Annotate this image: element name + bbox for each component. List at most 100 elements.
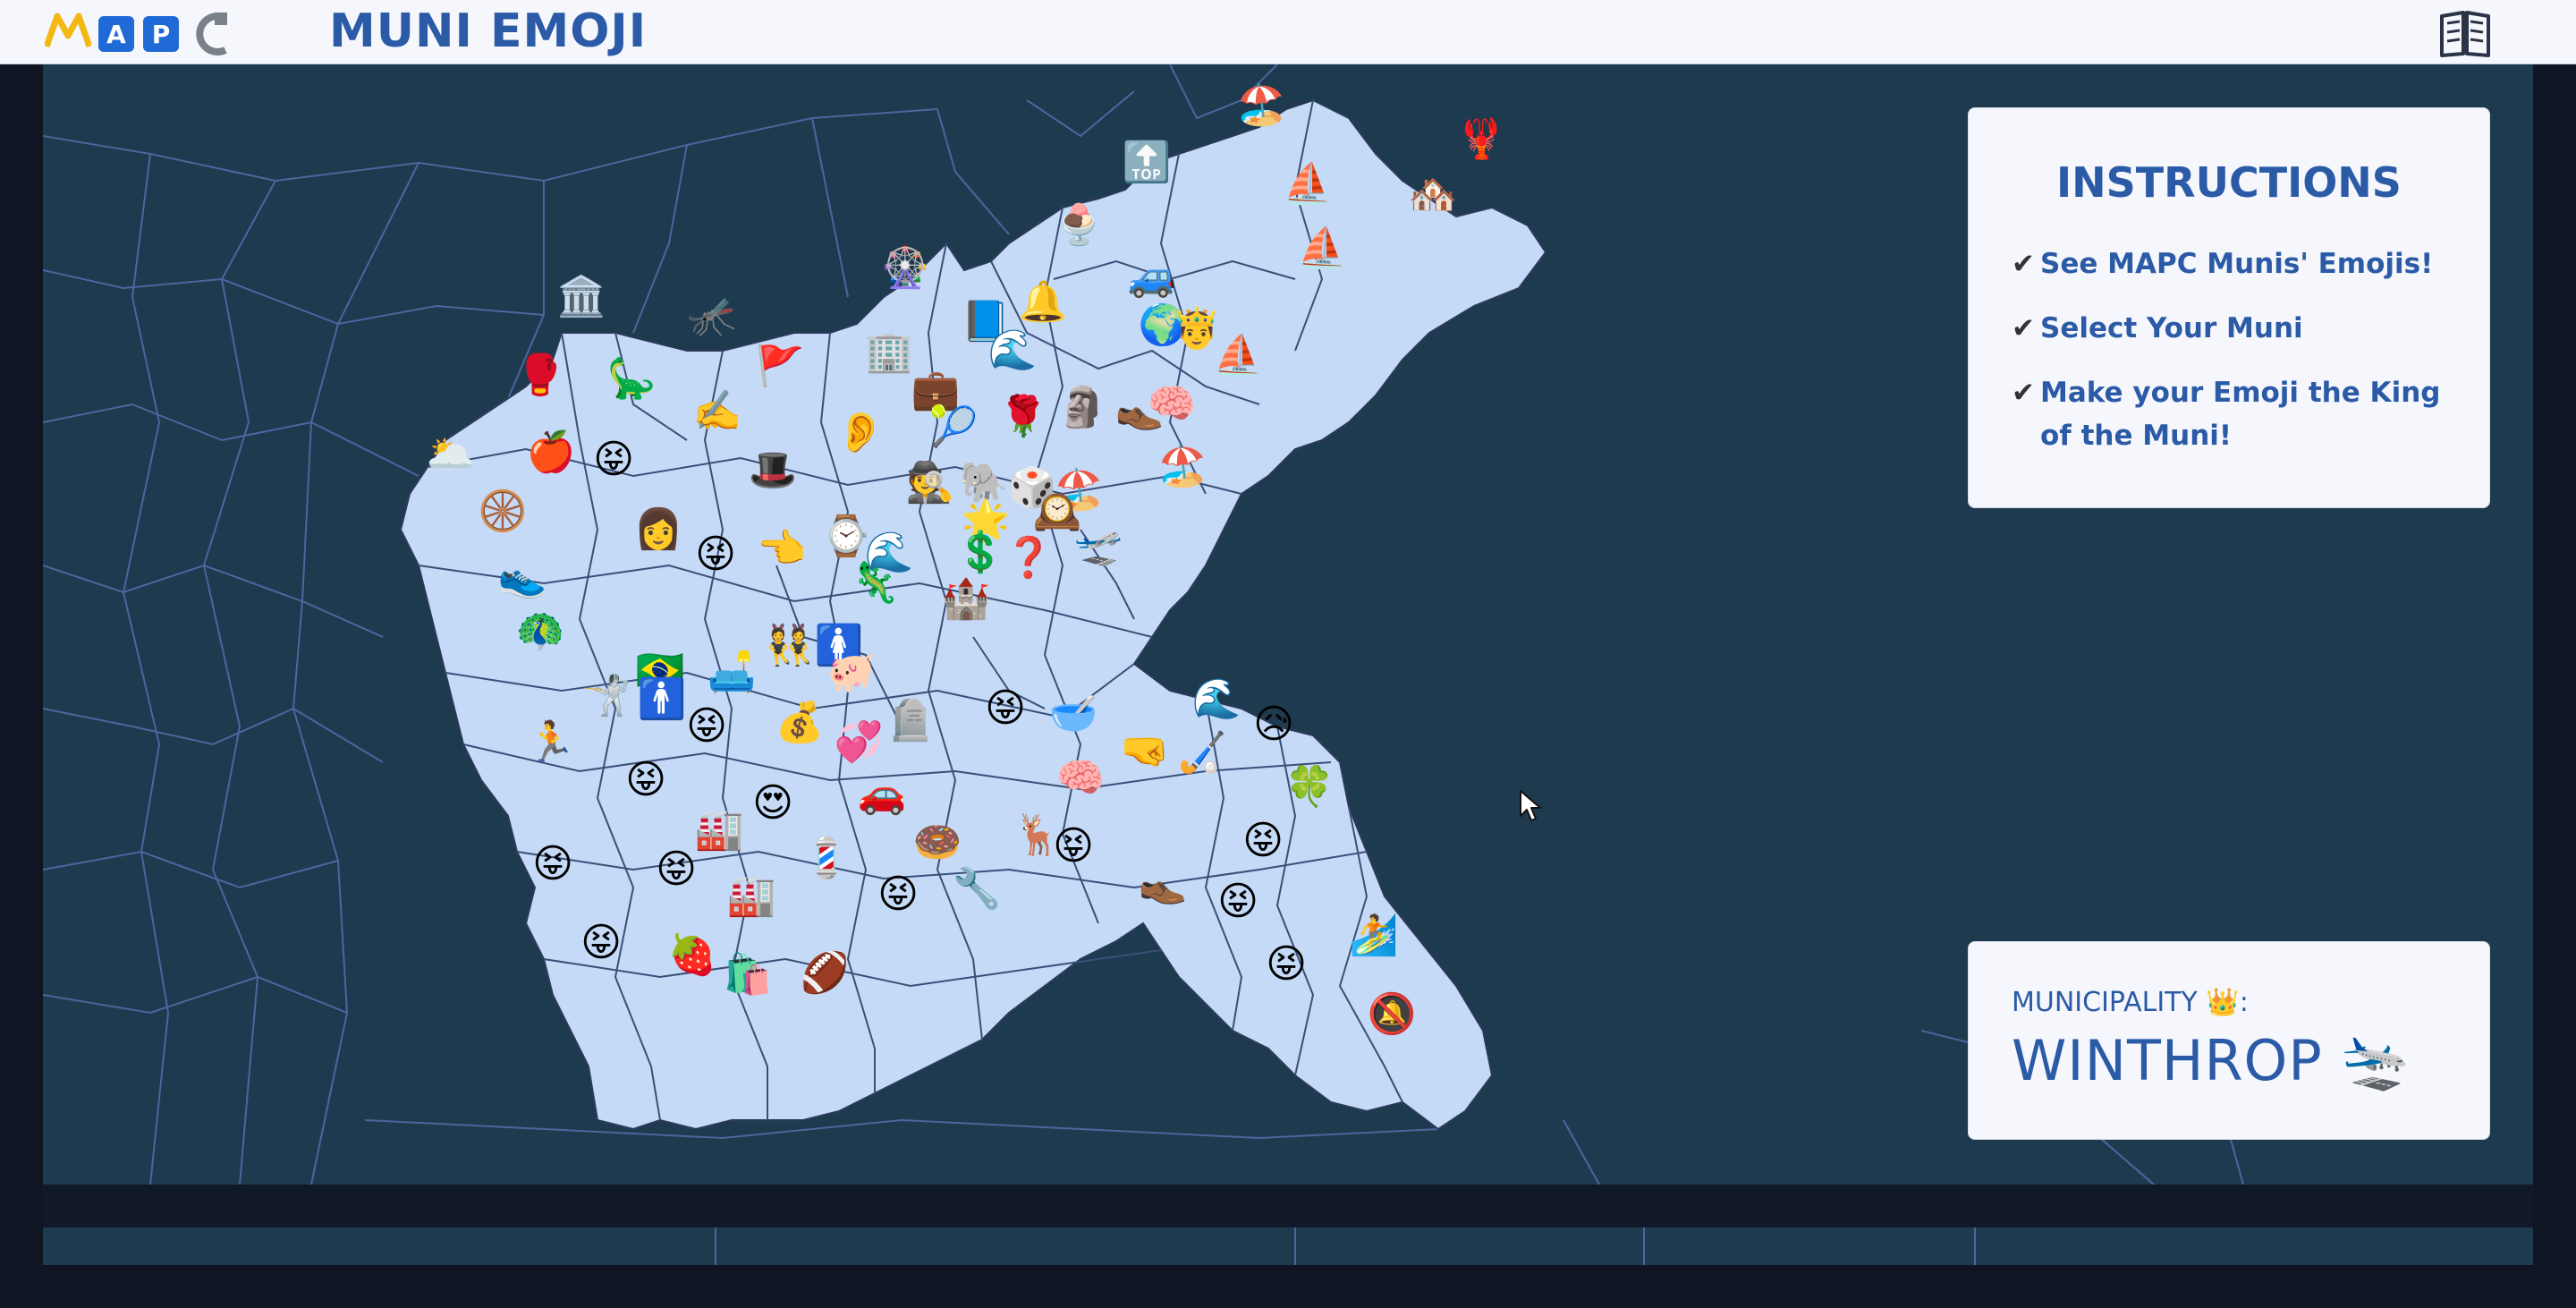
muni-emoji[interactable]: 😝	[532, 845, 573, 884]
muni-emoji[interactable]: 🤺	[582, 676, 631, 716]
muni-emoji[interactable]: 🗿	[1058, 388, 1107, 428]
muni-emoji[interactable]: 🦎	[851, 564, 900, 603]
muni-emoji[interactable]: 🏭	[727, 877, 776, 916]
muni-emoji[interactable]: 🏛️	[557, 277, 606, 317]
check-icon: ✔	[2012, 248, 2035, 280]
muni-emoji[interactable]: 😝	[1242, 821, 1284, 861]
muni-emoji[interactable]: ⌚	[822, 517, 871, 556]
instruction-text: See MAPC Munis' Emojis!	[2040, 248, 2434, 280]
muni-emoji[interactable]: ⛵	[1284, 165, 1333, 204]
muni-emoji[interactable]: 😝	[686, 707, 727, 746]
muni-emoji[interactable]: 😝	[1053, 827, 1094, 866]
muni-emoji[interactable]: 😝	[625, 760, 666, 800]
muni-emoji[interactable]: 👞	[1139, 864, 1188, 904]
muni-emoji[interactable]: 🏖️	[1237, 86, 1286, 125]
muni-emoji[interactable]: 🔔	[1019, 283, 1068, 322]
left-gutter	[0, 64, 43, 1308]
muni-emoji[interactable]: 🌥️	[427, 435, 476, 474]
muni-emoji[interactable]: 😥	[1253, 705, 1294, 744]
logo-letter-p: P	[143, 16, 179, 52]
muni-emoji[interactable]: 🎾	[929, 408, 979, 447]
muni-emoji[interactable]: 🌊	[988, 331, 1038, 370]
muni-emoji[interactable]: 🛍️	[724, 956, 773, 995]
instruction-text: Make your Emoji the King of the Muni!	[2040, 377, 2441, 452]
muni-emoji[interactable]: 🦞	[1457, 120, 1506, 159]
muni-emoji[interactable]: 🪦	[886, 701, 936, 741]
muni-emoji[interactable]: 🦚	[516, 612, 565, 651]
muni-emoji[interactable]: 🕵️	[906, 463, 955, 503]
check-icon: ✔	[2012, 377, 2035, 409]
muni-emoji[interactable]: 🍎	[527, 433, 576, 472]
mapc-c-icon	[196, 13, 227, 55]
muni-emoji[interactable]: 🏑	[1178, 734, 1227, 773]
municipality-card: MUNICIPALITY 👑: WINTHROP 🛬	[1968, 941, 2490, 1140]
footer-bar	[43, 1185, 2533, 1227]
muni-emoji[interactable]: ❓	[1004, 539, 1054, 578]
muni-emoji[interactable]: 🏈	[801, 954, 850, 993]
map-strip	[43, 1227, 2533, 1265]
muni-emoji[interactable]: 🛞	[479, 492, 528, 531]
muni-emoji[interactable]: 😍	[752, 784, 793, 823]
muni-emoji[interactable]: 🏢	[865, 333, 914, 372]
muni-emoji[interactable]: 🦟	[688, 297, 737, 336]
muni-emoji[interactable]: 🔕	[1368, 995, 1417, 1034]
mouse-cursor-icon	[1520, 790, 1541, 821]
muni-emoji[interactable]: 🚹	[638, 680, 687, 719]
muni-emoji[interactable]: 🚗	[858, 775, 907, 814]
muni-emoji[interactable]: 🏖️	[1158, 447, 1208, 487]
muni-emoji[interactable]: ⛵	[1298, 229, 1347, 268]
muni-emoji[interactable]: 🏘️	[1409, 175, 1458, 215]
muni-emoji[interactable]: 🥊	[516, 356, 565, 395]
book-icon[interactable]	[2438, 5, 2492, 59]
muni-emoji[interactable]: 💲	[956, 533, 1005, 573]
muni-emoji[interactable]: 🍀	[1285, 768, 1335, 807]
muni-emoji[interactable]: 🦕	[607, 360, 657, 399]
check-icon: ✔	[2012, 312, 2035, 344]
muni-emoji[interactable]: 💰	[775, 703, 825, 743]
muni-emoji[interactable]: 💈	[802, 839, 852, 879]
muni-emoji[interactable]: 🚩	[756, 347, 805, 386]
muni-emoji[interactable]: 👂	[836, 413, 886, 453]
muni-emoji[interactable]: 🏰	[942, 580, 991, 619]
muni-emoji[interactable]: 😝	[695, 535, 736, 574]
muni-emoji[interactable]: 😝	[985, 689, 1026, 728]
muni-emoji[interactable]: 💞	[835, 723, 884, 762]
muni-emoji[interactable]: 🧠	[1148, 385, 1197, 424]
muni-emoji[interactable]: 🐖	[827, 653, 877, 692]
instruction-text: Select Your Muni	[2040, 312, 2303, 344]
logo-letter-a: A	[98, 16, 134, 52]
muni-emoji[interactable]: ⛵	[1214, 336, 1263, 376]
muni-emoji[interactable]: 😝	[877, 875, 919, 914]
app-header: A P MUNI EMOJI	[0, 0, 2576, 64]
muni-emoji[interactable]: 🔝	[1123, 143, 1172, 183]
muni-emoji[interactable]: 😝	[593, 440, 634, 480]
muni-emoji[interactable]: 🏃	[527, 723, 576, 762]
muni-emoji[interactable]: 🎡	[881, 249, 930, 288]
muni-emoji[interactable]: 🌊	[1192, 680, 1241, 719]
mapc-m-icon	[45, 13, 91, 48]
muni-emoji[interactable]: 👯	[765, 626, 814, 666]
muni-emoji[interactable]: 🛋️	[708, 653, 757, 692]
muni-emoji[interactable]: 👩	[634, 510, 683, 549]
muni-emoji[interactable]: 😝	[656, 850, 697, 889]
muni-emoji[interactable]: 🥣	[1049, 694, 1098, 734]
muni-emoji[interactable]: 🏄	[1350, 916, 1399, 956]
muni-emoji[interactable]: 🚙	[1128, 258, 1177, 297]
right-gutter	[2533, 64, 2576, 1308]
muni-emoji[interactable]: 🌹	[999, 397, 1048, 437]
muni-emoji[interactable]: ✍️	[693, 392, 742, 431]
muni-emoji[interactable]: 😝	[1217, 882, 1258, 922]
muni-emoji[interactable]: 🎩	[749, 451, 798, 490]
muni-emoji[interactable]: 🔧	[953, 870, 1002, 909]
muni-emoji[interactable]: 🛫	[1074, 526, 1123, 565]
muni-emoji[interactable]: 👈	[758, 530, 807, 569]
muni-emoji[interactable]: 🧠	[1056, 759, 1106, 798]
muni-emoji[interactable]: 🍩	[913, 823, 962, 862]
muni-emoji[interactable]: 🤜	[1121, 732, 1170, 771]
muni-emoji[interactable]: 🍓	[668, 936, 717, 975]
muni-emoji[interactable]: 👟	[498, 558, 547, 598]
muni-emoji[interactable]: 🍨	[1055, 206, 1104, 245]
muni-emoji[interactable]: 😝	[580, 923, 622, 963]
muni-emoji[interactable]: 😝	[1266, 945, 1307, 984]
muni-emoji[interactable]: 🏭	[695, 811, 744, 850]
